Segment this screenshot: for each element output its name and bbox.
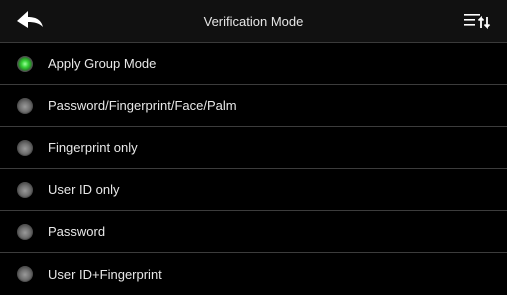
radio-unselected-icon[interactable] <box>17 97 33 114</box>
sort-menu-icon <box>464 14 491 30</box>
radio-unselected-icon[interactable] <box>17 139 33 156</box>
option-label: Password/Fingerprint/Face/Palm <box>48 98 237 113</box>
option-password-fingerprint-face-palm[interactable]: Password/Fingerprint/Face/Palm <box>0 85 507 127</box>
option-label: Password <box>48 224 106 239</box>
radio-unselected-icon[interactable] <box>17 266 33 282</box>
option-label: Fingerprint only <box>48 140 138 155</box>
verification-mode-list: Apply Group Mode Password/Fingerprint/Fa… <box>0 43 507 295</box>
menu-button[interactable] <box>453 5 501 37</box>
option-label: User ID only <box>48 182 120 197</box>
option-password[interactable]: Password <box>0 211 507 253</box>
option-user-id-fingerprint[interactable]: User ID+Fingerprint <box>0 253 507 295</box>
radio-unselected-icon[interactable] <box>17 223 33 240</box>
option-fingerprint-only[interactable]: Fingerprint only <box>0 127 507 169</box>
header-bar: Verification Mode <box>0 0 507 43</box>
radio-selected-icon[interactable] <box>17 55 33 72</box>
radio-unselected-icon[interactable] <box>17 181 33 198</box>
option-user-id-only[interactable]: User ID only <box>0 169 507 211</box>
option-apply-group-mode[interactable]: Apply Group Mode <box>0 43 507 85</box>
option-label: Apply Group Mode <box>48 56 157 71</box>
option-label: User ID+Fingerprint <box>48 266 162 282</box>
page-title: Verification Mode <box>203 14 304 29</box>
